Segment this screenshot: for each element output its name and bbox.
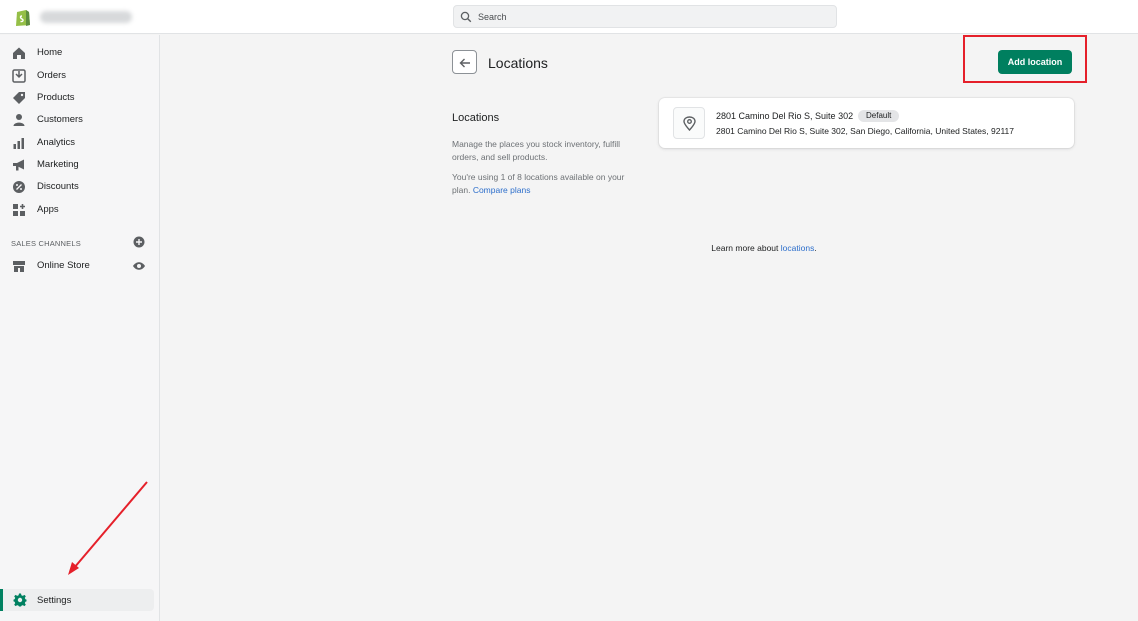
sidebar-item-label: Apps <box>37 204 59 215</box>
back-button[interactable] <box>452 50 477 74</box>
arrow-left-icon <box>459 58 470 68</box>
gear-icon <box>13 593 27 607</box>
active-indicator <box>0 589 3 611</box>
sidebar-item-label: Settings <box>37 595 72 606</box>
annotation-arrow <box>68 481 148 575</box>
sidebar-item-label: Analytics <box>37 137 76 148</box>
shopify-logo-icon[interactable] <box>14 7 32 27</box>
bar-chart-icon <box>12 136 26 150</box>
sidebar-item-label: Discounts <box>37 181 79 192</box>
sidebar-item-label: Marketing <box>37 159 79 170</box>
location-thumbnail <box>673 107 705 139</box>
megaphone-icon <box>12 158 26 172</box>
orders-icon <box>12 69 26 83</box>
location-pin-icon <box>683 116 696 131</box>
tag-icon <box>12 91 26 105</box>
discount-icon <box>12 180 26 194</box>
eye-icon[interactable] <box>132 260 146 272</box>
sidebar-item-label: Products <box>37 92 75 103</box>
section-heading: Locations <box>452 112 500 124</box>
learn-more-suffix: . <box>814 243 817 253</box>
store-name-blurred[interactable] <box>40 11 132 23</box>
location-name[interactable]: 2801 Camino Del Rio S, Suite 302 <box>716 111 853 121</box>
store-icon <box>12 259 26 273</box>
page-title: Locations <box>488 55 548 71</box>
sidebar-item-orders[interactable]: Orders <box>0 66 160 86</box>
default-badge: Default <box>858 110 900 122</box>
locations-link[interactable]: locations <box>781 243 815 253</box>
compare-plans-link[interactable]: Compare plans <box>473 185 531 195</box>
sidebar-item-analytics[interactable]: Analytics <box>0 133 160 153</box>
sidebar-item-settings[interactable]: Settings <box>0 589 154 611</box>
sales-channels-title: SALES CHANNELS <box>11 239 81 248</box>
sidebar-item-label: Customers <box>37 114 83 125</box>
sidebar-item-customers[interactable]: Customers <box>0 110 160 130</box>
plan-usage-text: You're using 1 of 8 locations available … <box>452 171 627 197</box>
search-input[interactable]: Search <box>453 5 837 28</box>
add-location-button[interactable]: Add location <box>998 50 1072 74</box>
sidebar-item-marketing[interactable]: Marketing <box>0 155 160 175</box>
add-channel-icon[interactable] <box>133 236 145 248</box>
sidebar-item-label: Online Store <box>37 260 90 271</box>
learn-more-label: Learn more about <box>711 243 779 253</box>
learn-more-text: Learn more about locations. <box>659 243 869 253</box>
sidebar-item-home[interactable]: Home <box>0 43 160 63</box>
sidebar-item-apps[interactable]: Apps <box>0 200 160 220</box>
location-address: 2801 Camino Del Rio S, Suite 302, San Di… <box>716 126 1014 136</box>
location-card[interactable]: 2801 Camino Del Rio S, Suite 302 Default… <box>659 98 1074 148</box>
top-bar: Search <box>0 0 1138 34</box>
search-placeholder: Search <box>478 12 507 22</box>
sidebar-item-label: Orders <box>37 70 67 81</box>
home-icon <box>12 46 26 60</box>
sidebar-item-products[interactable]: Products <box>0 88 160 108</box>
sidebar-item-discounts[interactable]: Discounts <box>0 177 160 197</box>
apps-icon <box>12 203 26 217</box>
sidebar-item-label: Home <box>37 47 63 58</box>
section-description: Manage the places you stock inventory, f… <box>452 139 621 162</box>
person-icon <box>12 113 26 127</box>
search-icon <box>460 11 472 23</box>
